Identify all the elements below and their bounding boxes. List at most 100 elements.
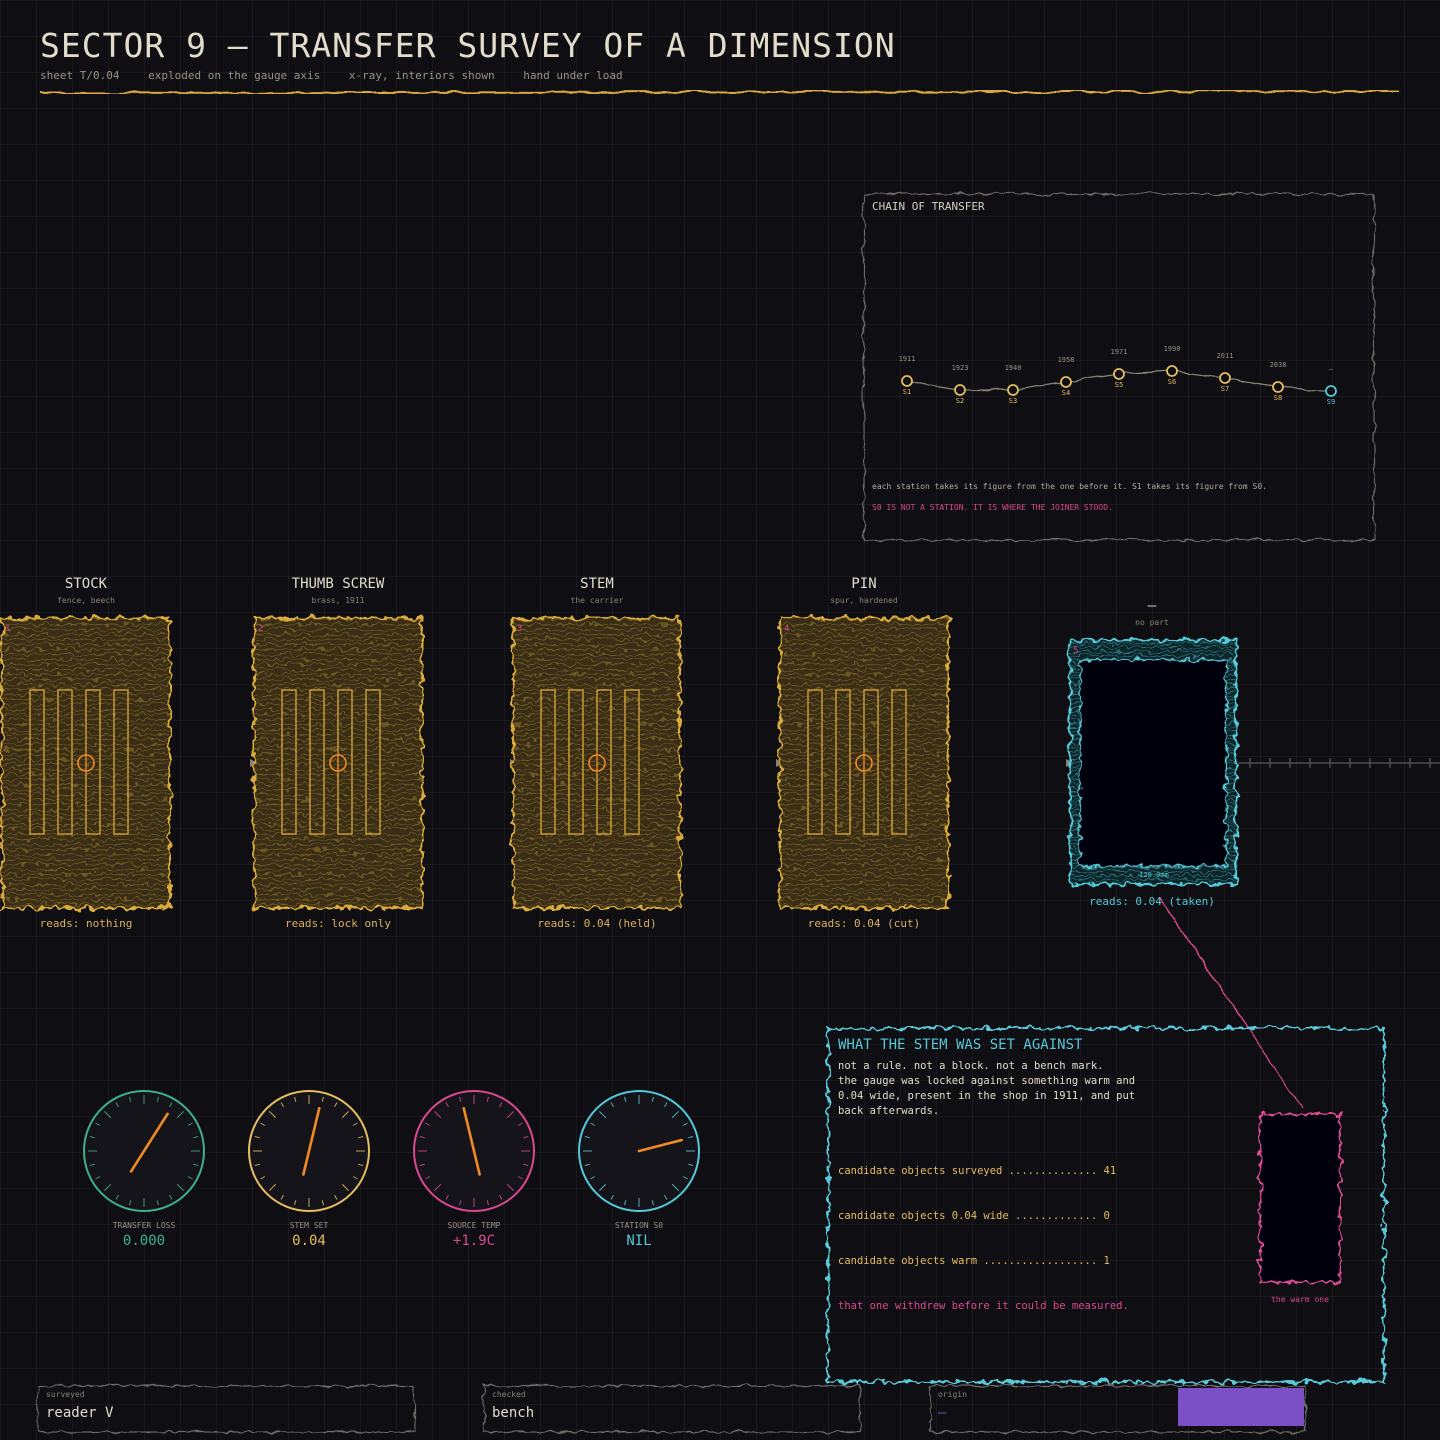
stem-conclusion: that one withdrew before it could be mea… <box>838 1300 1129 1312</box>
chain-station-id: S3 <box>1008 397 1018 405</box>
gauge-dial <box>83 1090 205 1212</box>
gauge-dial <box>248 1090 370 1212</box>
field-value: reader V <box>46 1405 114 1421</box>
gauge-label: TRANSFER LOSS <box>112 1221 176 1230</box>
chain-station-node <box>1166 365 1178 377</box>
field-label: checked <box>492 1390 526 1399</box>
part-number: 1 <box>5 624 11 634</box>
chain-station-year: 1940 <box>1004 364 1022 372</box>
part-number: 5 <box>1073 646 1079 656</box>
stem-panel-title: WHAT THE STEM WAS SET AGAINST <box>838 1037 1083 1053</box>
stem-line: not a rule. not a block. not a bench mar… <box>838 1060 1104 1072</box>
field-value: bench <box>492 1405 535 1421</box>
chain-station-year: — <box>1328 365 1334 373</box>
stem-line: 0.04 wide, present in the shop in 1911, … <box>838 1090 1136 1102</box>
gauge-label: SOURCE TEMP <box>447 1221 501 1230</box>
chain-station-year: 1958 <box>1057 356 1075 364</box>
part-reads: reads: nothing <box>39 917 133 930</box>
origin-field[interactable]: origin — <box>930 1386 1306 1432</box>
chain-station-node <box>1060 376 1072 388</box>
warm-one-label: the warm one <box>1271 1295 1329 1304</box>
stem-panel-body: not a rule. not a block. not a bench mar… <box>838 1059 1135 1119</box>
gauge-value: +1.9C <box>452 1233 496 1249</box>
stem-line: back afterwards. <box>838 1105 940 1117</box>
chain-panel-title: CHAIN OF TRANSFER <box>872 200 985 213</box>
part-number: 3 <box>517 624 523 634</box>
chain-station-id: S6 <box>1167 378 1177 386</box>
part-number: 2 <box>258 624 264 634</box>
part-body-3 <box>512 617 681 909</box>
subtitle-sheet: sheet T/0.04 <box>40 69 120 82</box>
field-value: — <box>938 1405 947 1421</box>
gauge-value: 0.04 <box>292 1233 326 1249</box>
part-name: THUMB SCREW <box>291 576 385 592</box>
page-subtitle: sheet T/0.04 exploded on the gauge axis … <box>40 69 645 82</box>
stat-wide: candidate objects 0.04 wide ............… <box>838 1210 1110 1222</box>
gauge-dial <box>578 1090 700 1212</box>
chain-station-year: 2038 <box>1269 361 1287 369</box>
chain-station-year: 2011 <box>1216 352 1234 360</box>
part-reads: reads: lock only <box>285 917 391 930</box>
chain-station-node <box>1007 384 1019 396</box>
part-reads: reads: 0.04 (cut) <box>807 917 921 930</box>
gauge-value: 0.000 <box>122 1233 166 1249</box>
chain-note: each station takes its figure from the o… <box>872 482 1267 491</box>
stat-warm: candidate objects warm .................… <box>838 1255 1110 1267</box>
chain-station-node <box>901 375 913 387</box>
subtitle-load: hand under load <box>523 69 623 82</box>
chain-station-year: 1911 <box>898 355 916 363</box>
part-sub: no part <box>1135 618 1169 627</box>
chain-station-id: S1 <box>902 388 912 396</box>
gauge-label: STATION S0 <box>614 1221 664 1230</box>
part-body-2 <box>253 617 423 909</box>
part-name: PIN <box>851 576 877 592</box>
origin-color-swatch <box>1178 1388 1304 1426</box>
part-sub: fence, beech <box>57 596 115 605</box>
part-number: 4 <box>784 624 790 634</box>
chain-station-year: 1971 <box>1110 348 1128 356</box>
part-reads: reads: 0.04 (held) <box>537 917 657 930</box>
chain-station-year: 1990 <box>1163 345 1181 353</box>
part-reads: reads: 0.04 (taken) <box>1089 895 1215 908</box>
part-body-5-void <box>1068 638 1238 886</box>
field-label: origin <box>938 1390 967 1399</box>
chain-station-node <box>1272 381 1284 393</box>
gauge-dials <box>83 1090 700 1212</box>
part-sub: spur, hardened <box>830 596 898 605</box>
part-name: STOCK <box>64 576 108 592</box>
chain-station-year: 1923 <box>951 364 969 372</box>
page-title: SECTOR 9 — TRANSFER SURVEY OF A DIMENSIO… <box>40 26 896 65</box>
part-sub: the carrier <box>570 596 624 605</box>
gauge-dial <box>413 1090 535 1212</box>
warm-one-shape <box>1259 1113 1341 1283</box>
header-underline <box>39 90 1399 94</box>
chain-station-node <box>1325 385 1337 397</box>
chain-station-id: S5 <box>1114 381 1124 389</box>
surveyed-field[interactable]: surveyed reader V <box>38 1386 414 1432</box>
gauge-label: STEM SET <box>289 1221 329 1230</box>
chain-station-id: S8 <box>1273 394 1283 402</box>
subtitle-view: exploded on the gauge axis <box>148 69 321 82</box>
part-body-1 <box>1 617 171 909</box>
chain-station-id: S9 <box>1326 398 1336 406</box>
stem-stats: candidate objects surveyed .............… <box>838 1134 1129 1344</box>
void-connector <box>1159 897 1303 1109</box>
chain-station-id: S4 <box>1061 389 1071 397</box>
stem-line: the gauge was locked against something w… <box>838 1075 1136 1087</box>
subtitle-mode: x-ray, interiors shown <box>348 69 495 82</box>
gauge-value: NIL <box>626 1233 652 1249</box>
chain-station-id: S7 <box>1220 385 1230 393</box>
part-name: STEM <box>580 576 614 592</box>
chain-warning: S0 IS NOT A STATION. IT IS WHERE THE JOI… <box>872 503 1113 512</box>
chain-station-node <box>954 384 966 396</box>
chain-station-id: S2 <box>955 397 965 405</box>
chain-station-node <box>1219 372 1231 384</box>
chain-station-node <box>1113 368 1125 380</box>
checked-field[interactable]: checked bench <box>484 1386 860 1432</box>
part-name: — <box>1147 598 1157 614</box>
field-label: surveyed <box>46 1390 85 1399</box>
void-dimension: 120.0mm <box>1139 871 1169 879</box>
part-body-4 <box>779 617 949 909</box>
part-sub: brass, 1911 <box>311 596 365 605</box>
stat-surveyed: candidate objects surveyed .............… <box>838 1165 1117 1177</box>
